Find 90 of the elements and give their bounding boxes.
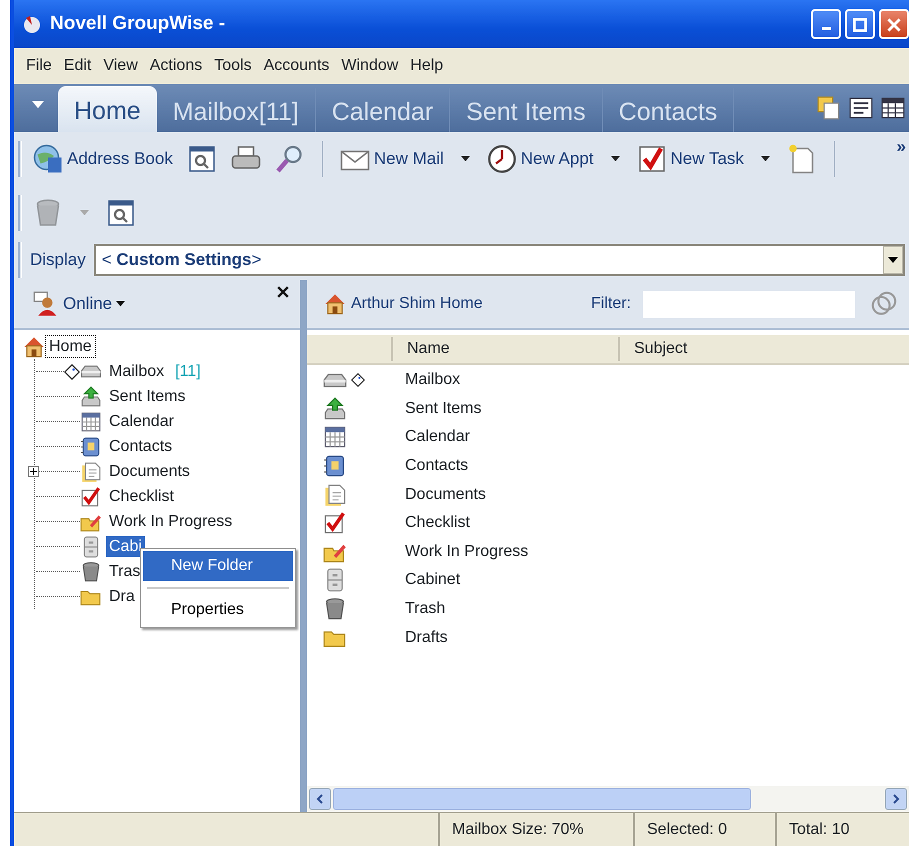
menu-item[interactable]: View: [97, 50, 144, 82]
maximize-button[interactable]: [845, 9, 875, 39]
calendar-icon: [80, 410, 102, 432]
pages-icon: [817, 96, 841, 120]
caret-icon[interactable]: [610, 156, 620, 162]
tree-item[interactable]: Dra: [106, 586, 138, 607]
minimize-icon: [822, 27, 830, 30]
menu-item[interactable]: Edit: [58, 50, 98, 82]
tray-icon: [323, 372, 347, 388]
trash-icon: [323, 597, 347, 622]
toolbar-button[interactable]: Address Book: [30, 142, 176, 176]
tray-arrow-icon: [323, 396, 347, 421]
menu-item[interactable]: Window: [335, 50, 404, 82]
window-title: Novell GroupWise -: [50, 12, 226, 36]
maximize-icon: [853, 18, 867, 32]
column-header[interactable]: Name: [391, 337, 618, 361]
item-name[interactable]: Trash: [405, 597, 446, 622]
display-label: Display: [30, 249, 86, 272]
tag-icon: [351, 373, 365, 388]
scroll-left-icon[interactable]: [315, 794, 325, 804]
tree-item[interactable]: Work In Progress: [106, 511, 236, 532]
person-mail-icon: [33, 291, 59, 317]
caret-icon: [116, 301, 126, 307]
tree-item[interactable]: Tras: [106, 561, 144, 582]
menu-item[interactable]: New Folder: [143, 551, 293, 581]
toolbar-button[interactable]: New Task: [634, 142, 747, 176]
table-icon: [881, 96, 905, 120]
minimize-button[interactable]: [811, 9, 841, 39]
filter-field[interactable]: [643, 290, 855, 318]
menu-item[interactable]: Accounts: [258, 50, 336, 82]
status-text: Total: 10: [789, 820, 850, 840]
location-label: Arthur Shim Home: [351, 294, 483, 314]
window-search-icon: [106, 198, 136, 228]
app-logo-icon: [22, 14, 42, 34]
item-name[interactable]: Calendar: [405, 425, 470, 450]
checkbox-icon: [636, 144, 667, 174]
window-search-icon: [186, 144, 217, 174]
document-icon: [323, 482, 347, 507]
display-dropdown[interactable]: < Custom Settings>: [94, 244, 905, 276]
tab[interactable]: Home: [58, 86, 157, 132]
menu-item[interactable]: Actions: [144, 50, 208, 82]
tree-item[interactable]: Home: [46, 336, 95, 357]
item-name[interactable]: Documents: [405, 482, 486, 507]
item-name[interactable]: Drafts: [405, 626, 448, 650]
horizontal-scrollbar[interactable]: [307, 786, 909, 812]
close-icon: [887, 18, 901, 32]
menu-item[interactable]: Tools: [208, 50, 258, 82]
caret-icon[interactable]: [760, 156, 770, 162]
tree-item[interactable]: Calendar: [106, 411, 177, 432]
tray-icon: [80, 365, 102, 378]
home-icon: [22, 334, 46, 358]
tree-item[interactable]: Documents: [106, 461, 193, 482]
clock-icon: [486, 144, 517, 174]
column-header[interactable]: Subject: [618, 337, 688, 361]
tray-arrow-icon: [80, 386, 102, 408]
item-name[interactable]: Work In Progress: [405, 540, 528, 564]
unread-count: [11]: [175, 362, 201, 382]
address-book-icon: [323, 454, 347, 478]
toolbar-button[interactable]: New Appt: [484, 142, 597, 176]
item-name[interactable]: Checklist: [405, 511, 470, 536]
list-icon: [849, 96, 873, 120]
item-name[interactable]: Cabinet: [405, 568, 460, 592]
tag-icon: [64, 364, 80, 380]
globe-book-icon: [33, 144, 63, 174]
checkmark-icon: [323, 511, 347, 536]
tree-item[interactable]: Mailbox: [106, 361, 168, 382]
trash-icon: [80, 560, 102, 582]
caret-icon: [32, 101, 44, 109]
home-icon: [323, 292, 347, 316]
calendar-icon: [323, 425, 347, 450]
item-name[interactable]: Sent Items: [405, 396, 482, 421]
tree-item[interactable]: Sent Items: [106, 386, 188, 407]
menu-item[interactable]: File: [20, 50, 58, 82]
toolbar-button[interactable]: New Mail: [336, 142, 447, 176]
filter-label: Filter:: [591, 294, 631, 314]
caret-icon: [888, 257, 898, 263]
tree-item[interactable]: Cabi: [106, 536, 145, 557]
tree-item[interactable]: Contacts: [106, 436, 176, 457]
tree-item[interactable]: Checklist: [106, 486, 177, 507]
menu-item[interactable]: Help: [404, 50, 450, 82]
item-name[interactable]: Mailbox: [405, 368, 460, 392]
status-text: Mailbox Size: 70%: [452, 820, 584, 840]
caret-icon[interactable]: [460, 156, 470, 162]
document-icon: [80, 460, 102, 482]
item-name[interactable]: Contacts: [405, 454, 468, 478]
status-text: Selected: 0: [647, 820, 728, 840]
expand-toggle[interactable]: [28, 466, 39, 477]
more-button[interactable]: »: [894, 132, 909, 162]
scroll-right-icon[interactable]: [891, 794, 901, 804]
address-book-icon: [80, 436, 102, 458]
